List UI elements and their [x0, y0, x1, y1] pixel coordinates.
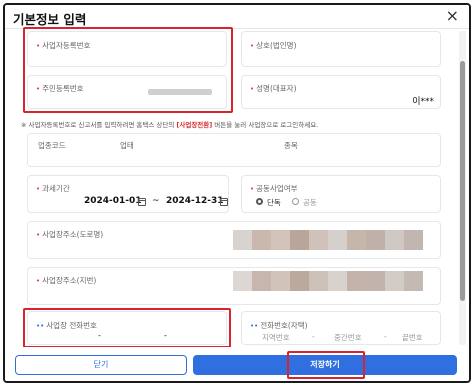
switch-workplace-highlight: [사업장전환] [176, 121, 213, 129]
home-phone-last-input[interactable]: 끝번호 [402, 332, 423, 343]
home-phone-mid-input[interactable]: 중간번호 [334, 332, 362, 343]
tax-period-field: • 과세기간 2024-01-01 ~ 2024-12-31 [27, 175, 229, 213]
radio-joint[interactable] [292, 198, 299, 205]
dialog-header: 기본정보 입력 × [5, 5, 469, 29]
home-phone-area-input[interactable]: 지역번호 [262, 332, 290, 343]
joint-business-field: • 공동사업여부 단독 공동 [241, 175, 441, 213]
addr-lot-label: 사업장주소(지번) [42, 276, 97, 285]
rep-name-label: 성명(대표자) [256, 84, 297, 93]
notice-text: ※ 사업자등록번호로 신고서를 입력하려면 홈택스 상단의 [사업장전환] 버튼… [21, 121, 319, 129]
tax-period-label: 과세기간 [42, 184, 70, 193]
calendar-icon[interactable] [220, 198, 228, 206]
company-name-label: 상호(법인명) [256, 41, 297, 50]
rep-name-value: 이*** [412, 97, 434, 107]
required-dot-icon: • [36, 277, 41, 285]
close-icon[interactable]: × [446, 7, 459, 25]
masked-address-road [233, 230, 423, 250]
home-phone-field[interactable]: •• 전화번호(자택) 지역번호 - 중간번호 - 끝번호 [241, 311, 441, 345]
tax-period-end[interactable]: 2024-12-31 [166, 196, 224, 206]
required-dot-icon: • [250, 85, 255, 93]
annotation-highlight-save [287, 351, 365, 379]
tax-period-start[interactable]: 2024-01-01 [84, 196, 142, 206]
required-dot-icon: • [250, 42, 255, 50]
tax-period-separator: ~ [152, 196, 160, 206]
business-item-label: 종목 [284, 141, 298, 150]
annotation-highlight-id-fields [23, 27, 233, 113]
required-dot-icon: • [250, 185, 255, 193]
masked-address-lot [233, 271, 423, 291]
basic-info-dialog: 기본정보 입력 × • 사업자등록번호 • 상호(법인명) • 주민등록번호 • 성명(… [3, 3, 471, 383]
radio-single-label: 단독 [267, 198, 281, 207]
home-phone-label: 전화번호(자택) [260, 321, 308, 330]
required-dot-icon: • [36, 231, 41, 239]
close-button[interactable]: 닫기 [15, 355, 187, 375]
radio-joint-label: 공동 [303, 198, 317, 207]
scrollbar-thumb[interactable] [460, 61, 465, 301]
joint-business-label: 공동사업여부 [256, 184, 298, 193]
home-phone-dash-1: - [312, 332, 315, 341]
industry-code-label: 업종코드 [38, 141, 66, 150]
radio-single[interactable] [256, 198, 263, 205]
dialog-title: 기본정보 입력 [13, 12, 87, 27]
business-type-label: 업태 [120, 141, 134, 150]
home-phone-dash-2: - [384, 332, 387, 341]
required-dot-icon: • [36, 185, 41, 193]
rep-name-field[interactable]: • 성명(대표자) 이*** [241, 75, 441, 109]
dialog-footer: 닫기 저장하기 [5, 347, 469, 381]
calendar-icon[interactable] [138, 198, 146, 206]
company-name-field[interactable]: • 상호(법인명) [241, 31, 441, 67]
addr-road-label: 사업장주소(도로명) [42, 230, 104, 239]
annotation-highlight-biz-phone [23, 308, 231, 348]
required-dot-icon: •• [250, 322, 259, 330]
industry-row: 업종코드 업태 종목 [27, 133, 441, 167]
